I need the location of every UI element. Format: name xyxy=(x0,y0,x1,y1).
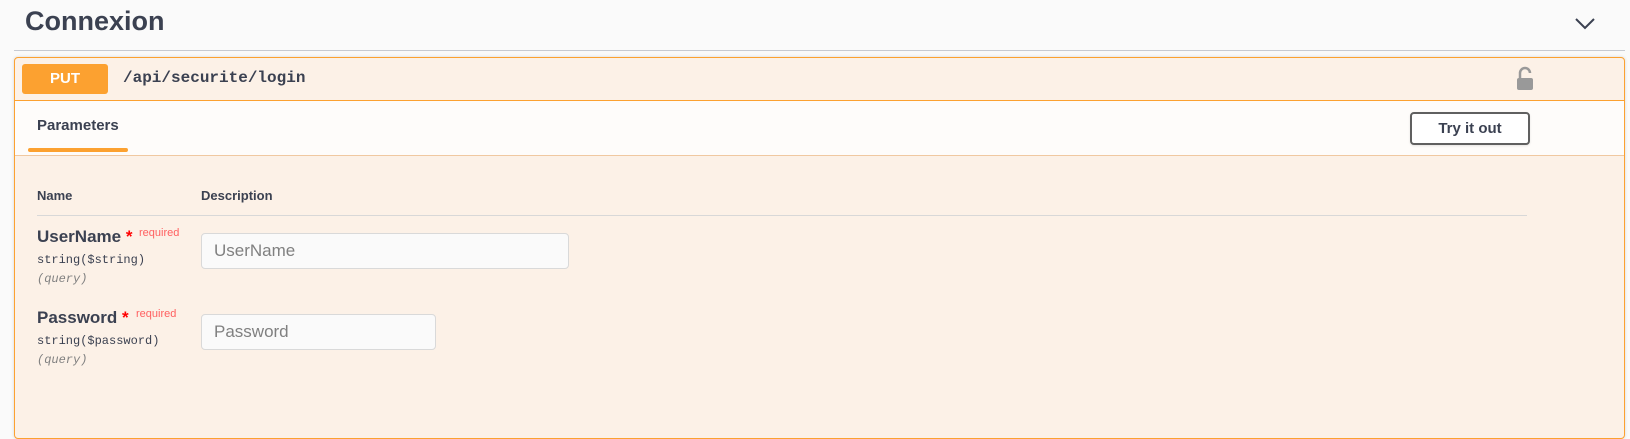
required-label: required xyxy=(136,308,177,320)
parameter-name-text: UserName xyxy=(37,227,122,246)
column-header-description: Description xyxy=(201,188,273,203)
operation-block: PUT /api/securite/login Parameters Try i… xyxy=(14,57,1625,439)
parameter-name: UserName * xyxy=(37,227,132,247)
parameter-location: (query) xyxy=(37,353,88,367)
column-header-name: Name xyxy=(37,188,73,203)
required-star: * xyxy=(125,227,133,246)
divider xyxy=(37,215,1527,216)
method-badge: PUT xyxy=(22,64,108,94)
parameter-type: string($password) xyxy=(37,334,160,348)
tab-active-indicator xyxy=(28,148,128,152)
tab-parameters[interactable]: Parameters xyxy=(37,117,119,134)
username-input[interactable] xyxy=(201,233,569,269)
parameter-name-text: Password xyxy=(37,308,118,327)
lock-icon[interactable] xyxy=(1515,66,1535,92)
parameter-location: (query) xyxy=(37,272,88,286)
required-star: * xyxy=(122,308,129,327)
tabs-bar: Parameters Try it out xyxy=(15,101,1624,156)
operation-summary[interactable]: PUT /api/securite/login xyxy=(15,58,1624,101)
chevron-down-icon[interactable] xyxy=(1570,8,1600,38)
required-label: required xyxy=(139,227,180,239)
try-it-out-button[interactable]: Try it out xyxy=(1410,112,1530,145)
parameter-name: Password * xyxy=(37,308,129,328)
parameter-type: string($string) xyxy=(37,253,146,267)
section-header[interactable]: Connexion xyxy=(14,0,1625,51)
section-title: Connexion xyxy=(25,6,165,36)
operation-path: /api/securite/login xyxy=(123,69,306,87)
password-input[interactable] xyxy=(201,314,436,350)
